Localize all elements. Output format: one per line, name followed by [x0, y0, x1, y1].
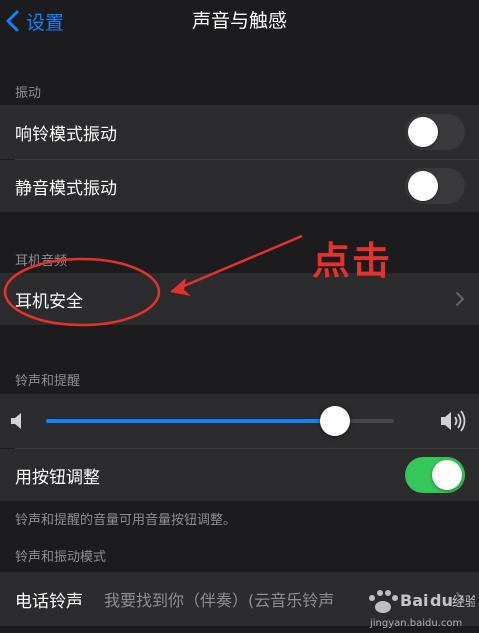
silent-vibrate-row: 静音模式振动 [0, 160, 479, 212]
headphone-safety-row[interactable]: 耳机安全 [0, 273, 479, 325]
ring-vibrate-toggle[interactable] [405, 114, 465, 150]
speaker-low-icon [11, 413, 21, 429]
silent-vibrate-toggle[interactable] [405, 168, 465, 204]
section-header-ringer-alerts: 铃声和提醒 [15, 374, 81, 389]
change-with-buttons-label: 用按钮调整 [15, 467, 100, 488]
headphone-safety-label: 耳机安全 [15, 291, 83, 312]
volume-slider-thumb[interactable] [320, 406, 350, 436]
volume-row [0, 394, 479, 448]
section-header-sounds-patterns: 铃声和振动模式 [15, 550, 107, 565]
speaker-high-icon [441, 410, 466, 432]
ring-vibrate-label: 响铃模式振动 [15, 124, 117, 145]
volume-slider-fill [46, 419, 335, 423]
page-title: 声音与触感 [191, 10, 287, 32]
ringer-footer-note: 铃声和提醒的音量可用音量按钮调整。 [15, 513, 237, 528]
toggle-knob [432, 460, 462, 490]
ringtone-value: 我要找到你（伴奏）(云音乐铃声 [104, 591, 335, 610]
chevron-right-icon [456, 292, 464, 306]
annotation-click-text: 点击 [312, 239, 393, 283]
svg-text:Bai: Bai [400, 591, 428, 610]
silent-vibrate-label: 静音模式振动 [15, 178, 117, 199]
svg-text:du: du [430, 591, 453, 610]
ringtone-label: 电话铃声 [15, 591, 83, 612]
change-with-buttons-toggle[interactable] [405, 457, 465, 493]
section-header-headphone-audio: 耳机音频 [15, 254, 68, 269]
section-header-vibration: 振动 [15, 86, 42, 101]
navigation-bar: 设置 声音与触感 [0, 0, 479, 46]
change-with-buttons-row: 用按钮调整 [0, 449, 479, 501]
watermark-site: jingyan.baidu.com [370, 618, 463, 629]
svg-text:经验: 经验 [452, 594, 475, 610]
toggle-knob [408, 117, 438, 147]
ring-vibrate-row: 响铃模式振动 [0, 105, 479, 159]
toggle-knob [408, 171, 438, 201]
